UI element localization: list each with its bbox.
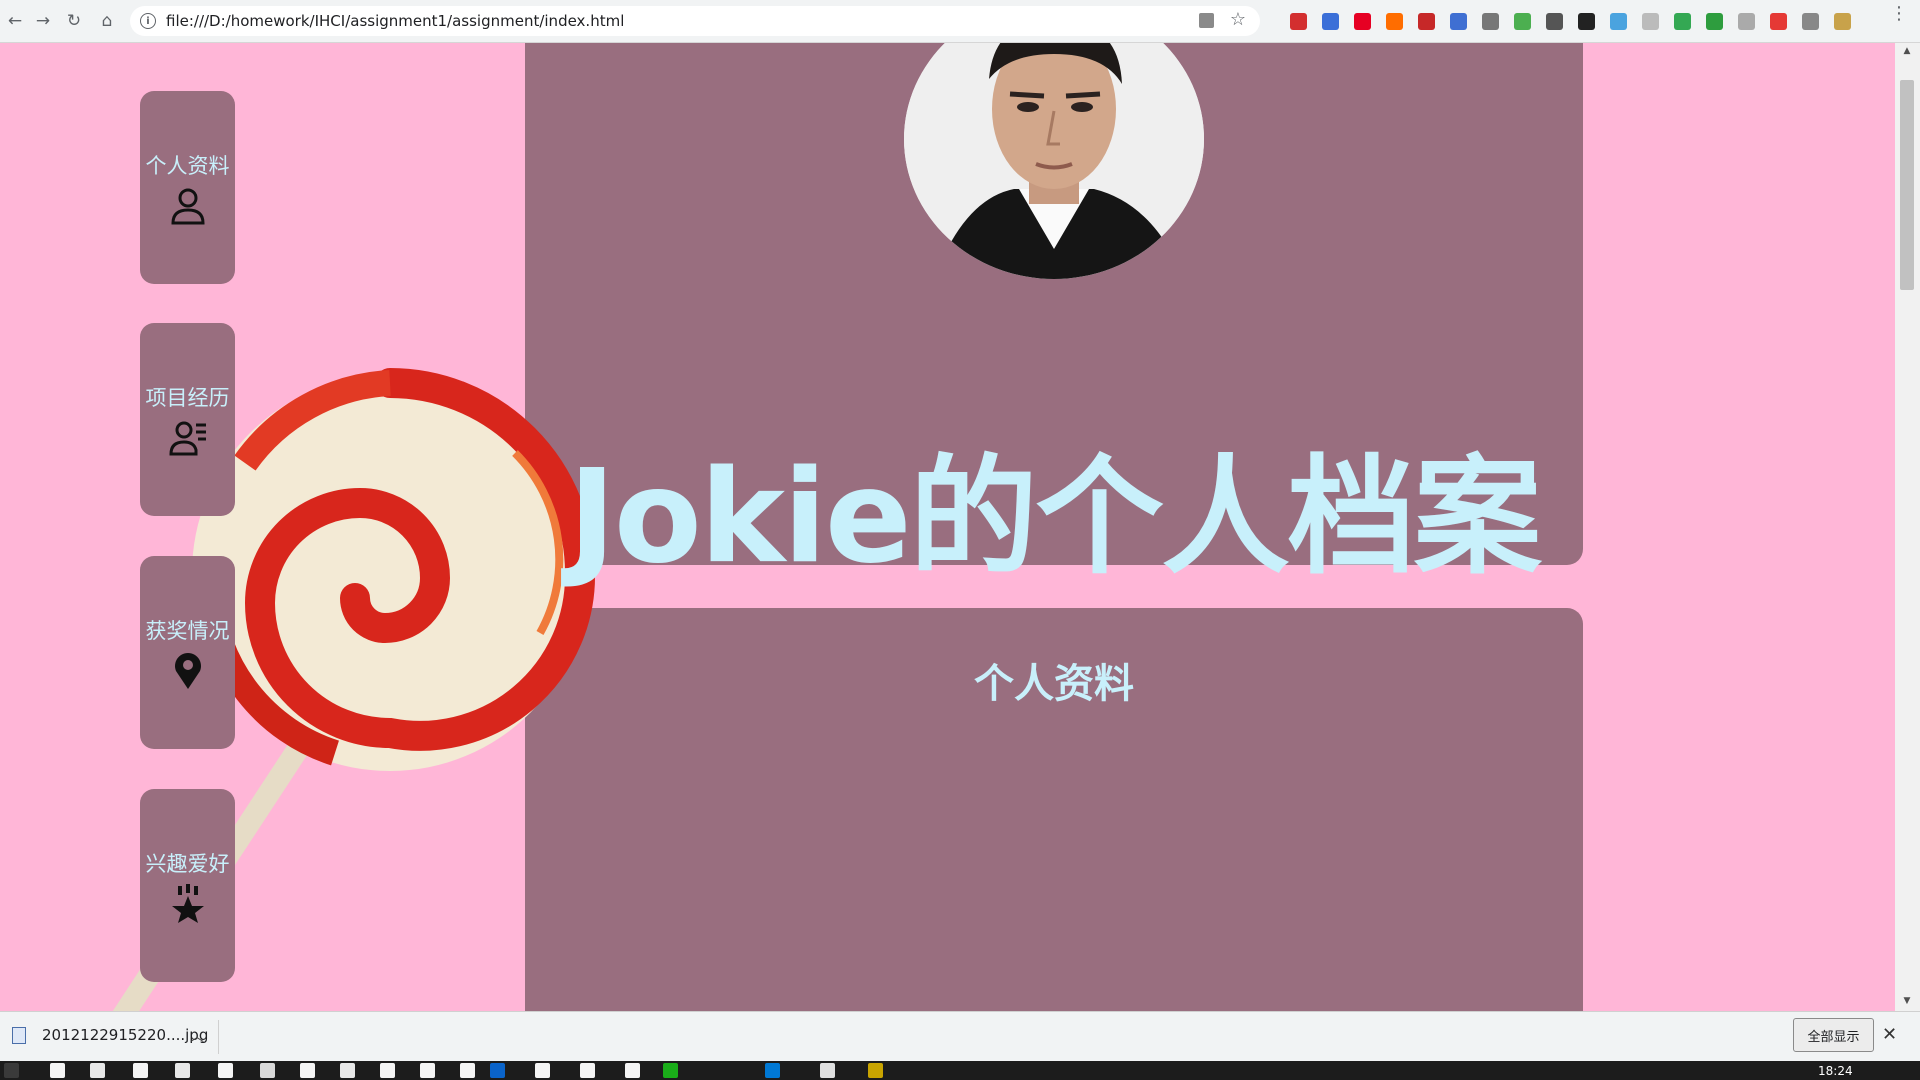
arrow-left-icon: ← bbox=[7, 11, 23, 31]
ext-folder-icon[interactable] bbox=[1834, 13, 1851, 30]
scroll-up-icon[interactable]: ▲ bbox=[1900, 46, 1914, 56]
ext-gray-icon[interactable] bbox=[1482, 13, 1499, 30]
sidebar-item-label: 个人资料 bbox=[145, 153, 230, 178]
browser-toolbar: ← → ↻ ⌂ i file:///D:/homework/IHCI/assig… bbox=[0, 0, 1920, 43]
reload-icon: ↻ bbox=[66, 11, 82, 31]
download-bar: 2012122915220....jpg ︿ 全部显示 ✕ bbox=[0, 1011, 1920, 1061]
sidebar-item-awards[interactable]: 获奖情况 bbox=[140, 556, 235, 749]
translate-icon[interactable] bbox=[1199, 13, 1214, 28]
forward-button[interactable]: → bbox=[32, 10, 54, 32]
home-button[interactable]: ⌂ bbox=[96, 10, 118, 32]
person-icon bbox=[170, 188, 205, 224]
back-button[interactable]: ← bbox=[4, 10, 26, 32]
address-bar[interactable]: i file:///D:/homework/IHCI/assignment1/a… bbox=[130, 6, 1260, 36]
person-list-icon bbox=[168, 421, 206, 455]
taskbar-app-icon[interactable] bbox=[420, 1063, 435, 1078]
taskbar-app-icon[interactable] bbox=[490, 1063, 505, 1078]
taskbar-app-icon[interactable] bbox=[580, 1063, 595, 1078]
ext-color-icon[interactable] bbox=[1514, 13, 1531, 30]
info-icon[interactable]: i bbox=[140, 13, 156, 29]
sidebar-item-label: 获奖情况 bbox=[145, 618, 230, 643]
ext-green-icon[interactable] bbox=[1674, 13, 1691, 30]
show-all-button[interactable]: 全部显示 bbox=[1793, 1018, 1874, 1052]
reload-button[interactable]: ↻ bbox=[63, 10, 85, 32]
taskbar-app-icon[interactable] bbox=[50, 1063, 65, 1078]
paw-icon bbox=[171, 883, 204, 923]
bookmark-icon[interactable] bbox=[1546, 13, 1563, 30]
taskbar-app-icon[interactable] bbox=[175, 1063, 190, 1078]
pinterest-icon[interactable] bbox=[1354, 13, 1371, 30]
sidebar-item-label: 项目经历 bbox=[145, 385, 230, 410]
section-heading: 个人资料 bbox=[974, 661, 1134, 707]
os-taskbar: 18:24 bbox=[0, 1061, 1920, 1080]
ext-blue-icon[interactable] bbox=[1450, 13, 1467, 30]
taskbar-app-icon[interactable] bbox=[380, 1063, 395, 1078]
divider bbox=[218, 1020, 219, 1054]
taskbar-app-icon[interactable] bbox=[340, 1063, 355, 1078]
arrow-right-icon: → bbox=[35, 11, 51, 31]
adblock-icon[interactable] bbox=[1418, 13, 1435, 30]
ext-new-icon[interactable] bbox=[1322, 13, 1339, 30]
sidebar-item-hobbies[interactable]: 兴趣爱好 bbox=[140, 789, 235, 982]
taskbar-app-icon[interactable] bbox=[133, 1063, 148, 1078]
ext-red2-icon[interactable] bbox=[1770, 13, 1787, 30]
map-pin-icon bbox=[174, 652, 201, 689]
image-file-icon bbox=[12, 1026, 26, 1044]
evernote-icon[interactable] bbox=[1706, 13, 1723, 30]
close-icon[interactable]: ✕ bbox=[1882, 1024, 1897, 1045]
ext-camera-icon[interactable] bbox=[1642, 13, 1659, 30]
sidebar-item-label: 兴趣爱好 bbox=[145, 851, 230, 876]
chevron-up-icon[interactable]: ︿ bbox=[190, 1026, 204, 1046]
ext-orange-icon[interactable] bbox=[1386, 13, 1403, 30]
page-viewport: Jokie的个人档案 个人资料 个人资料 项目经历 获奖情况 兴趣爱好 bbox=[0, 43, 1895, 1011]
taskbar-app-icon[interactable] bbox=[535, 1063, 550, 1078]
taskbar-app-icon[interactable] bbox=[625, 1063, 640, 1078]
bookmark-star-icon[interactable]: ☆ bbox=[1230, 9, 1246, 30]
taskbar-app-icon[interactable] bbox=[90, 1063, 105, 1078]
ext-cloud-icon[interactable] bbox=[1610, 13, 1627, 30]
download-item[interactable]: 2012122915220....jpg bbox=[12, 1026, 208, 1044]
url-text[interactable]: file:///D:/homework/IHCI/assignment1/ass… bbox=[166, 12, 624, 30]
taskbar-app-icon[interactable] bbox=[260, 1063, 275, 1078]
taskbar-app-icon[interactable] bbox=[460, 1063, 475, 1078]
sidebar-item-profile[interactable]: 个人资料 bbox=[140, 91, 235, 284]
clock-time: 18:24 bbox=[1818, 1064, 1853, 1078]
taskbar-app-icon[interactable] bbox=[300, 1063, 315, 1078]
ext-shield-icon[interactable] bbox=[1738, 13, 1755, 30]
taskbar-app-icon[interactable] bbox=[765, 1063, 780, 1078]
ext-red-icon[interactable] bbox=[1290, 13, 1307, 30]
bookmark-dark-icon[interactable] bbox=[1578, 13, 1595, 30]
taskbar-app-icon[interactable] bbox=[4, 1063, 19, 1078]
page-title: Jokie的个人档案 bbox=[568, 443, 1541, 592]
taskbar-app-icon[interactable] bbox=[218, 1063, 233, 1078]
scrollbar-thumb[interactable] bbox=[1900, 80, 1914, 290]
taskbar-app-icon[interactable] bbox=[820, 1063, 835, 1078]
scroll-down-icon[interactable]: ▼ bbox=[1900, 996, 1914, 1006]
taskbar-app-icon[interactable] bbox=[868, 1063, 883, 1078]
home-icon: ⌂ bbox=[101, 11, 113, 31]
download-filename[interactable]: 2012122915220....jpg bbox=[42, 1026, 208, 1044]
ext-v-icon[interactable] bbox=[1802, 13, 1819, 30]
taskbar-app-icon[interactable] bbox=[663, 1063, 678, 1078]
sidebar-item-projects[interactable]: 项目经历 bbox=[140, 323, 235, 516]
browser-menu-icon[interactable]: ⋮ bbox=[1890, 5, 1908, 23]
